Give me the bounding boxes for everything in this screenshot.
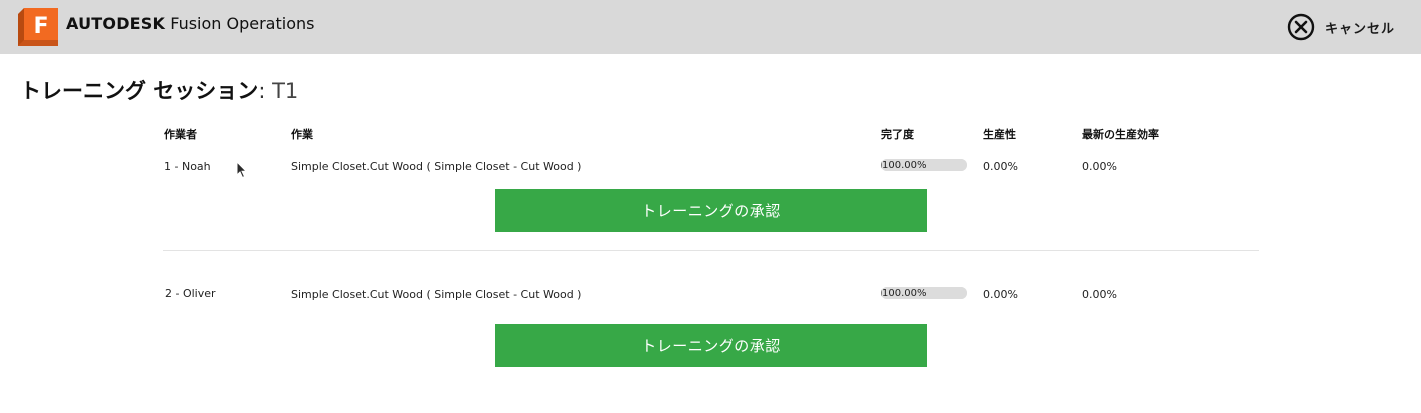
productivity-value: 0.00% [983, 288, 1018, 301]
close-circle-icon[interactable] [1287, 13, 1315, 41]
cancel-label[interactable]: キャンセル [1325, 18, 1395, 37]
completion-progress-bar: 100.00% [881, 287, 967, 299]
completion-value: 100.00% [882, 288, 927, 299]
page-title-separator: : [258, 79, 273, 103]
logo-letter: F [33, 14, 48, 39]
fusion-logo-icon: F [18, 8, 58, 46]
latest-efficiency-value: 0.00% [1082, 288, 1117, 301]
completion-value: 100.00% [882, 160, 927, 171]
brand-product: Fusion Operations [170, 14, 315, 33]
column-header-completion: 完了度 [881, 128, 914, 141]
app-brand: AUTODESK Fusion Operations [66, 13, 314, 35]
brand-company: AUTODESK [66, 14, 166, 33]
row-divider [163, 250, 1259, 251]
task-name: Simple Closet.Cut Wood ( Simple Closet -… [291, 160, 582, 173]
top-bar: F AUTODESK Fusion Operations キャンセル [0, 0, 1421, 54]
operator-name: 1 - Noah [164, 160, 211, 173]
completion-progress-bar: 100.00% [881, 159, 967, 171]
mouse-pointer-icon [236, 161, 248, 179]
productivity-value: 0.00% [983, 160, 1018, 173]
operator-name: 2 - Oliver [165, 287, 216, 300]
column-header-productivity: 生産性 [983, 128, 1016, 141]
cancel-button[interactable]: キャンセル [1287, 13, 1395, 41]
approve-training-button[interactable]: トレーニングの承認 [495, 189, 927, 232]
column-header-task: 作業 [291, 128, 313, 141]
latest-efficiency-value: 0.00% [1082, 160, 1117, 173]
page-title-main: トレーニング セッション [20, 79, 259, 103]
column-header-operator: 作業者 [164, 128, 197, 141]
session-name: T1 [272, 79, 299, 103]
approve-training-button[interactable]: トレーニングの承認 [495, 324, 927, 367]
task-name: Simple Closet.Cut Wood ( Simple Closet -… [291, 288, 582, 301]
page-title: トレーニング セッション: T1 [20, 77, 298, 105]
column-header-latest-efficiency: 最新の生産効率 [1082, 128, 1159, 141]
